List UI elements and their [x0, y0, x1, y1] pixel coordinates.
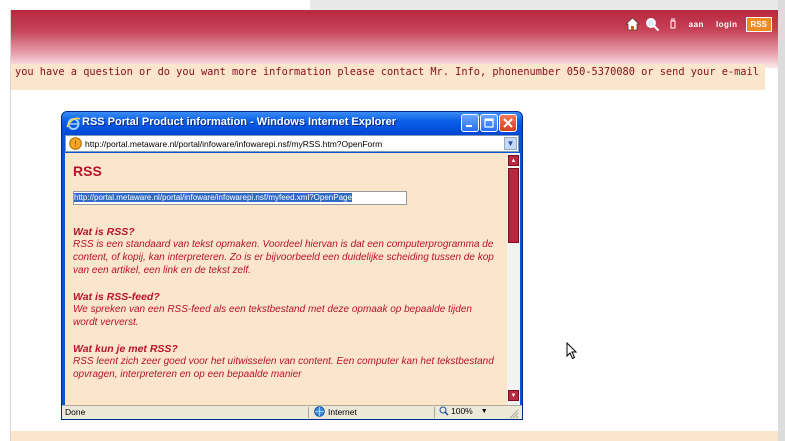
scroll-down-button[interactable]: ▼: [508, 390, 519, 401]
faq-answer: RSS leent zich zeer goed voor het uitwis…: [73, 356, 494, 380]
chevron-down-icon[interactable]: ▼: [504, 137, 517, 150]
globe-icon: [314, 406, 325, 417]
address-bar[interactable]: ! http://portal.metaware.nl/portal/infow…: [65, 135, 519, 152]
security-zone[interactable]: Internet: [314, 406, 357, 417]
resize-grip-icon[interactable]: [508, 408, 519, 419]
ie-logo-icon: [66, 117, 81, 130]
aan-link[interactable]: aan: [685, 20, 708, 29]
contact-info-text: you have a question or do you want more …: [15, 66, 765, 78]
scroll-up-button[interactable]: ▲: [508, 155, 519, 166]
minimize-icon: [466, 125, 472, 127]
status-text: Done: [65, 407, 86, 417]
svg-text:!: !: [74, 140, 76, 149]
faq-question: Wat is RSS?: [73, 226, 135, 238]
search-icon[interactable]: [645, 16, 661, 32]
page-right-edge: [778, 0, 785, 441]
scroll-thumb[interactable]: [508, 168, 519, 243]
faq-answer: We spreken van een RSS-feed als een teks…: [73, 304, 472, 328]
top-strip-right: [310, 0, 785, 10]
zoom-control[interactable]: 100% ▼: [439, 406, 488, 416]
faq-question: Wat kun je met RSS?: [73, 343, 178, 355]
zoom-dropdown-icon[interactable]: ▼: [481, 408, 488, 415]
top-strip-left: [0, 0, 310, 10]
page-warning-icon: !: [68, 137, 82, 151]
minimize-button[interactable]: [461, 114, 479, 132]
feed-url-text: http://portal.metaware.nl/portal/infowar…: [74, 193, 352, 202]
window-title: RSS Portal Product information - Windows…: [82, 116, 397, 128]
site-header: aan login RSS: [11, 10, 778, 68]
status-divider: [308, 407, 309, 418]
login-link[interactable]: login: [712, 20, 742, 29]
maximize-button[interactable]: [480, 114, 498, 132]
faq-answer: RSS is een standaard van tekst opmaken. …: [73, 239, 494, 276]
close-button[interactable]: [499, 114, 517, 132]
ie-popup-window[interactable]: RSS Portal Product information - Windows…: [61, 111, 523, 420]
mouse-pointer-icon: [566, 342, 578, 360]
vertical-scrollbar[interactable]: ▲ ▼: [507, 153, 520, 405]
status-divider: [434, 407, 435, 418]
contact-info-bar: you have a question or do you want more …: [11, 64, 765, 90]
rss-button[interactable]: RSS: [745, 16, 772, 32]
feed-url-field[interactable]: http://portal.metaware.nl/portal/infowar…: [73, 191, 407, 205]
popup-content: RSS http://portal.metaware.nl/portal/inf…: [65, 153, 507, 405]
address-url[interactable]: http://portal.metaware.nl/portal/infowar…: [85, 139, 382, 149]
plug-icon[interactable]: [665, 16, 681, 32]
zoom-level: 100%: [451, 406, 473, 416]
page-bottom-bar: [11, 431, 778, 441]
maximize-icon: [484, 118, 494, 128]
zone-label: Internet: [328, 406, 357, 417]
faq-question: Wat is RSS-feed?: [73, 291, 160, 303]
content-heading: RSS: [73, 163, 102, 179]
close-icon: [503, 118, 513, 128]
zoom-icon: [439, 406, 449, 416]
status-bar: Done Internet 100% ▼: [62, 405, 522, 419]
window-titlebar[interactable]: RSS Portal Product information - Windows…: [62, 112, 522, 135]
home-icon[interactable]: [625, 16, 641, 32]
header-toolbar: aan login RSS: [625, 15, 772, 33]
